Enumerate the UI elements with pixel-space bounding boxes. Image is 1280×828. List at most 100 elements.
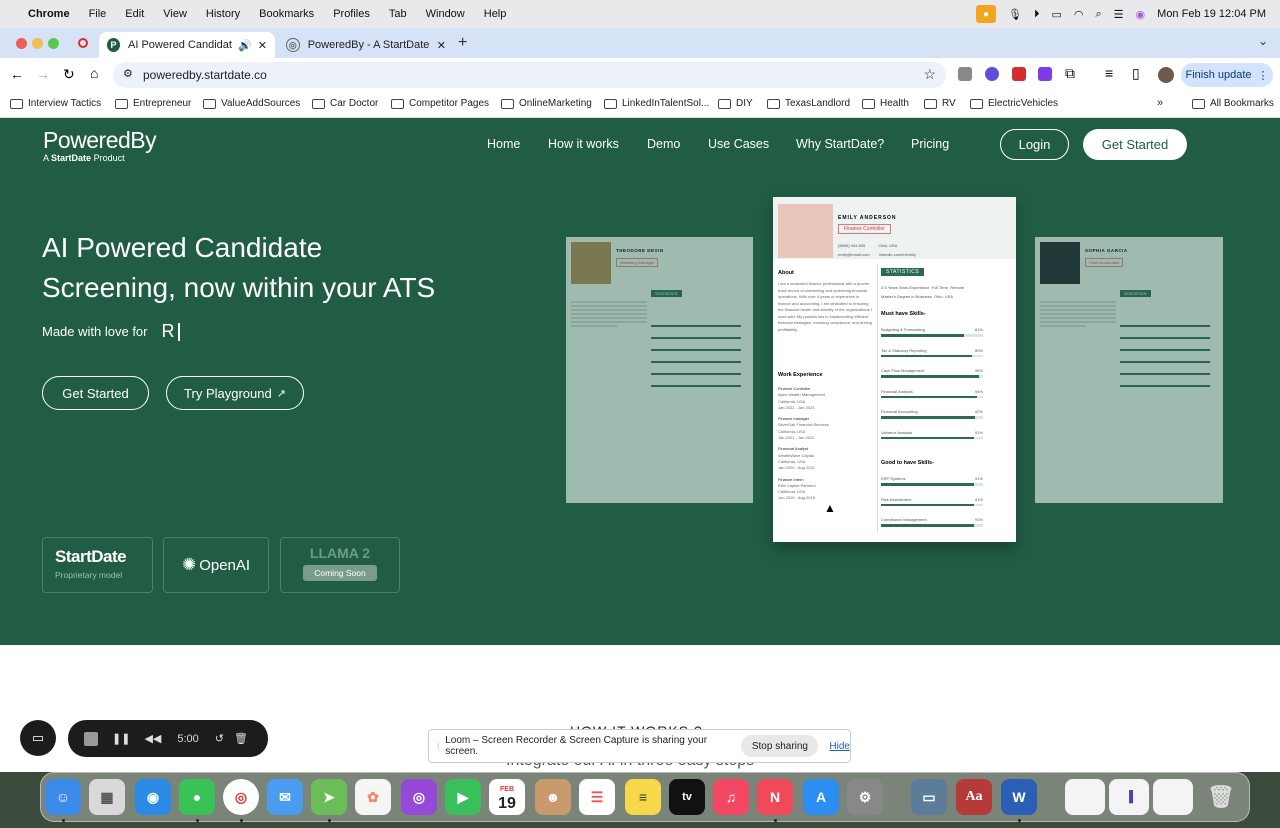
bookmark-folder[interactable]: TexasLandlord bbox=[767, 98, 850, 109]
delete-recording-icon[interactable]: 🗑 bbox=[234, 732, 248, 745]
pause-icon[interactable]: ❚❚ bbox=[112, 732, 130, 745]
bookmark-folder[interactable]: Health bbox=[862, 98, 909, 109]
finish-update-button[interactable]: Finish update ⋮ bbox=[1181, 63, 1273, 87]
reminders-icon[interactable]: ☰ bbox=[579, 779, 615, 815]
hide-banner-link[interactable]: Hide bbox=[829, 741, 850, 752]
tab-close-icon[interactable]: ✕ bbox=[437, 39, 446, 52]
tab-close-icon[interactable]: ✕ bbox=[258, 39, 267, 52]
menubar-clock[interactable]: Mon Feb 19 12:04 PM bbox=[1157, 8, 1266, 20]
safari-icon[interactable]: ◉ bbox=[135, 779, 171, 815]
menu-bookmarks[interactable]: Bookmarks bbox=[259, 8, 314, 20]
podcasts-icon[interactable]: ◎ bbox=[401, 779, 437, 815]
minimized-window-3[interactable] bbox=[1153, 779, 1193, 815]
drag-handle-icon[interactable]: ⦙ bbox=[437, 741, 439, 752]
camera-toggle-button[interactable]: ▭ bbox=[20, 720, 56, 756]
trash-icon[interactable]: 🗑 bbox=[1203, 779, 1239, 815]
control-center-icon[interactable]: ☰ bbox=[1114, 8, 1124, 21]
menu-help[interactable]: Help bbox=[484, 8, 507, 20]
tab-ai-powered[interactable]: P AI Powered Candidate Sc 🔊 ✕ bbox=[99, 32, 275, 58]
reading-list-icon[interactable]: ≡ bbox=[1105, 65, 1113, 81]
preview-app-icon[interactable]: ▭ bbox=[911, 779, 947, 815]
nav-home[interactable]: Home bbox=[487, 137, 520, 151]
bookmark-folder[interactable]: Interview Tactics bbox=[10, 98, 101, 109]
new-tab-button[interactable]: + bbox=[458, 34, 467, 52]
window-close-button[interactable] bbox=[16, 38, 27, 49]
battery-icon[interactable]: ▭ bbox=[1051, 8, 1061, 21]
bookmark-folder[interactable]: Entrepreneur bbox=[115, 98, 191, 109]
mic-icon[interactable]: 🎙 bbox=[1008, 8, 1022, 21]
extensions-puzzle-icon[interactable]: ⧉ bbox=[1065, 65, 1075, 82]
window-zoom-button[interactable] bbox=[48, 38, 59, 49]
extension-3-icon[interactable] bbox=[1012, 67, 1026, 81]
launchpad-icon[interactable]: ▦ bbox=[89, 779, 125, 815]
bookmark-folder[interactable]: OnlineMarketing bbox=[501, 98, 592, 109]
word-icon[interactable]: W bbox=[1001, 779, 1037, 815]
calendar-icon[interactable]: FEB 19 bbox=[489, 779, 525, 815]
menu-tab[interactable]: Tab bbox=[389, 8, 407, 20]
bookmark-star-icon[interactable]: ☆ bbox=[923, 66, 936, 83]
site-info-icon[interactable]: ⚙ bbox=[123, 67, 133, 80]
extension-2-icon[interactable] bbox=[985, 67, 999, 81]
messages-icon[interactable]: ● bbox=[179, 779, 215, 815]
maps-icon[interactable]: ➤ bbox=[311, 779, 347, 815]
mail-icon[interactable]: ✉ bbox=[267, 779, 303, 815]
home-icon[interactable]: ⌂ bbox=[90, 65, 98, 81]
nav-how-it-works[interactable]: How it works bbox=[548, 137, 619, 151]
menu-history[interactable]: History bbox=[206, 8, 240, 20]
apple-tv-icon[interactable]: tv bbox=[669, 779, 705, 815]
menu-app-chrome[interactable]: Chrome bbox=[28, 8, 70, 20]
stop-recording-button[interactable] bbox=[84, 731, 98, 746]
notes-icon[interactable]: ≡ bbox=[625, 779, 661, 815]
profile-avatar[interactable] bbox=[1158, 67, 1174, 83]
nav-demo[interactable]: Demo bbox=[647, 137, 680, 151]
back-arrow-icon[interactable]: ← bbox=[10, 66, 24, 82]
menu-profiles[interactable]: Profiles bbox=[333, 8, 370, 20]
nav-get-started-button[interactable]: Get Started bbox=[1083, 129, 1187, 160]
nav-pricing[interactable]: Pricing bbox=[911, 137, 949, 151]
contacts-icon[interactable]: ☻ bbox=[535, 779, 571, 815]
minimized-window-1[interactable] bbox=[1065, 779, 1105, 815]
music-icon[interactable]: ♫ bbox=[713, 779, 749, 815]
spotlight-search-icon[interactable]: ⌕ bbox=[1096, 8, 1102, 21]
extension-4-icon[interactable] bbox=[1038, 67, 1052, 81]
menu-edit[interactable]: Edit bbox=[125, 8, 144, 20]
bookmark-folder[interactable]: LinkedInTalentSol... bbox=[604, 98, 709, 109]
all-bookmarks-button[interactable]: All Bookmarks bbox=[1192, 98, 1274, 109]
facetime-icon[interactable]: ▶ bbox=[445, 779, 481, 815]
forward-arrow-icon[interactable]: → bbox=[36, 66, 50, 82]
bookmark-folder[interactable]: Car Doctor bbox=[312, 98, 378, 109]
minimized-window-2[interactable]: ▐ bbox=[1109, 779, 1149, 815]
app-store-icon[interactable]: A bbox=[803, 779, 839, 815]
dictionary-icon[interactable]: Aa bbox=[956, 779, 992, 815]
rewind-icon[interactable]: ◀◀ bbox=[144, 732, 161, 745]
side-panel-icon[interactable]: ▯ bbox=[1132, 65, 1140, 82]
nav-why-startdate[interactable]: Why StartDate? bbox=[796, 137, 884, 151]
microphone-indicator-icon[interactable]: ● bbox=[976, 5, 997, 23]
restart-icon[interactable]: ↺ bbox=[215, 732, 224, 745]
speaker-icon[interactable]: 🔊 bbox=[238, 39, 252, 52]
site-logo[interactable]: PoweredBy A StartDate Product bbox=[43, 127, 157, 163]
tab-poweredby[interactable]: ◎ PoweredBy - A StartDate Pro ✕ bbox=[278, 32, 454, 58]
menu-view[interactable]: View bbox=[163, 8, 187, 20]
photos-icon[interactable]: ✿ bbox=[355, 779, 391, 815]
stop-sharing-button[interactable]: Stop sharing bbox=[741, 735, 819, 757]
play-status-icon[interactable]: ⏵ bbox=[1034, 8, 1040, 21]
finder-icon[interactable]: ☺ bbox=[45, 779, 81, 815]
tab-search-chevron-icon[interactable]: ⌄ bbox=[1258, 34, 1268, 48]
bookmark-folder[interactable]: ValueAddSources bbox=[203, 98, 300, 109]
menu-window[interactable]: Window bbox=[426, 8, 465, 20]
bookmark-folder[interactable]: DIY bbox=[718, 98, 753, 109]
bookmark-folder[interactable]: ElectricVehicles bbox=[970, 98, 1058, 109]
window-minimize-button[interactable] bbox=[32, 38, 43, 49]
wifi-icon[interactable]: ◠ bbox=[1074, 8, 1084, 21]
chrome-icon[interactable]: ◎ bbox=[223, 779, 259, 815]
news-icon[interactable]: N bbox=[757, 779, 793, 815]
siri-icon[interactable]: ◉ bbox=[1136, 8, 1146, 21]
bookmark-folder[interactable]: RV bbox=[924, 98, 956, 109]
system-settings-icon[interactable]: ⚙ bbox=[847, 779, 883, 815]
bookmarks-overflow-icon[interactable]: » bbox=[1157, 97, 1163, 109]
get-started-button[interactable]: Get Started bbox=[42, 376, 149, 410]
try-playground-button[interactable]: Try Playground ↗ bbox=[166, 376, 304, 410]
menu-file[interactable]: File bbox=[89, 8, 107, 20]
reload-icon[interactable]: ↻ bbox=[63, 66, 75, 83]
